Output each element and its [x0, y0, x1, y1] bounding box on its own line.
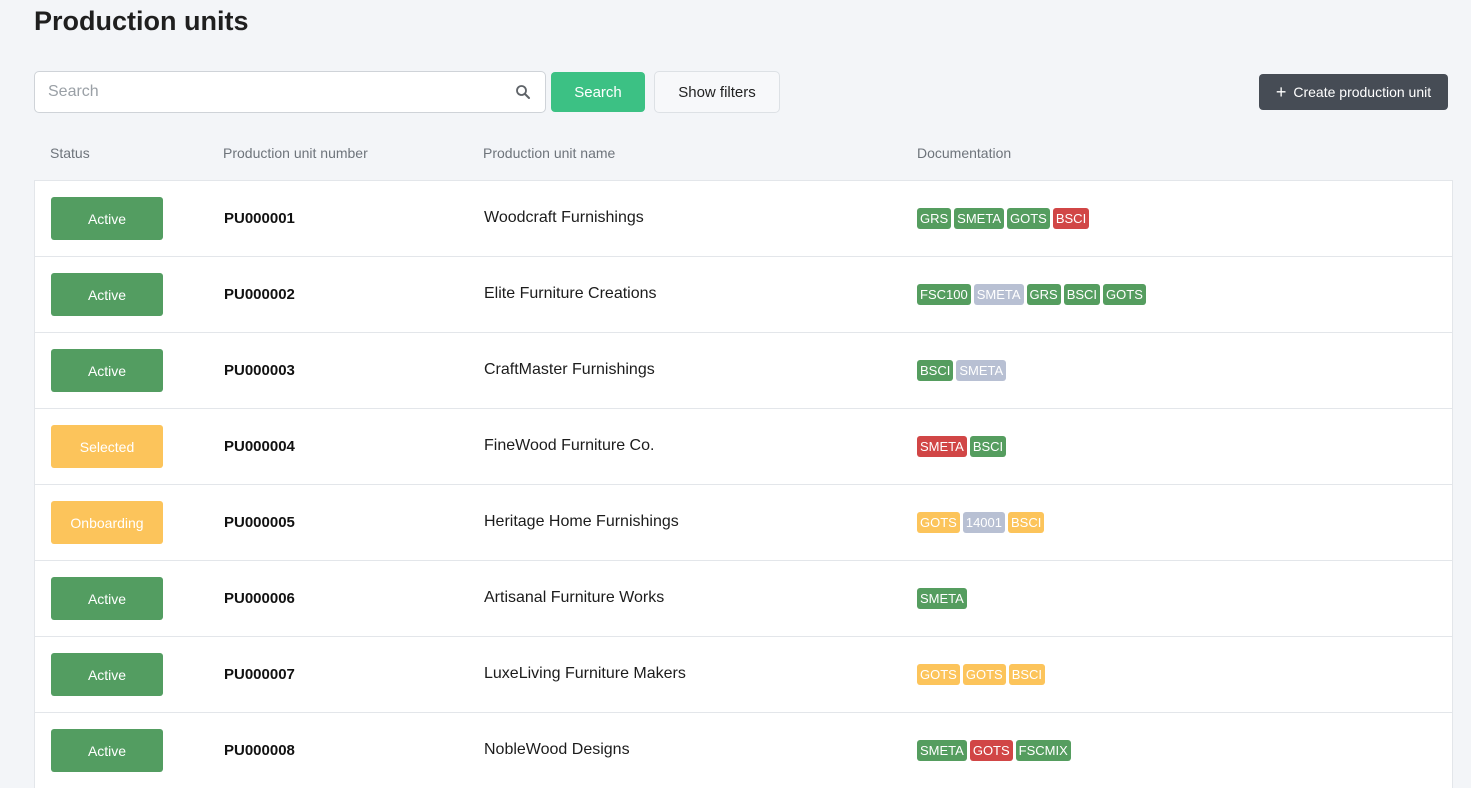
production-unit-name[interactable]: Woodcraft Furnishings [484, 209, 644, 227]
column-header-name[interactable]: Production unit name [483, 145, 615, 161]
production-unit-name[interactable]: Elite Furniture Creations [484, 285, 657, 303]
create-production-unit-button[interactable]: + Create production unit [1259, 74, 1448, 110]
documentation-tag: BSCI [1052, 208, 1090, 229]
production-unit-number[interactable]: PU000001 [224, 210, 295, 227]
create-button-label: Create production unit [1293, 84, 1432, 100]
documentation-tags: SMETA BSCI [917, 436, 1007, 457]
production-unit-number[interactable]: PU000006 [224, 590, 295, 607]
documentation-tag: BSCI [917, 360, 954, 381]
column-header-status[interactable]: Status [50, 145, 90, 161]
documentation-tags: SMETA [917, 588, 967, 609]
documentation-tag: SMETA [917, 436, 967, 457]
production-unit-number[interactable]: PU000008 [224, 742, 295, 759]
documentation-tag: BSCI [1008, 664, 1046, 685]
documentation-tag: FSC100 [917, 284, 971, 305]
table-row[interactable]: Active PU000003 CraftMaster Furnishings BSC… [35, 333, 1452, 409]
search-icon[interactable] [515, 84, 531, 100]
documentation-tags: GRS SMETA GOTS BSCI [917, 208, 1090, 229]
documentation-tags: BSCI SMETA [917, 360, 1007, 381]
documentation-tag: GRS [1026, 284, 1061, 305]
status-badge: Active [51, 349, 163, 392]
documentation-tags: GOTS GOTS BSCI [917, 664, 1046, 685]
plus-icon: + [1275, 82, 1287, 102]
table-row[interactable]: Active PU000008 NobleWood Designs SMETA GOTS… [35, 713, 1452, 788]
column-header-documentation[interactable]: Documentation [917, 145, 1011, 161]
status-badge: Active [51, 577, 163, 620]
production-unit-number[interactable]: PU000007 [224, 666, 295, 683]
production-unit-number[interactable]: PU000005 [224, 514, 295, 531]
documentation-tag: SMETA [917, 740, 967, 761]
table-row[interactable]: Active PU000006 Artisanal Furniture Works S… [35, 561, 1452, 637]
documentation-tags: GOTS 14001 BSCI [917, 512, 1045, 533]
production-unit-number[interactable]: PU000002 [224, 286, 295, 303]
documentation-tags: FSC100 SMETA GRS BSCI GOTS [917, 284, 1146, 305]
documentation-tag: SMETA [956, 360, 1007, 381]
documentation-tag: GOTS [962, 664, 1006, 685]
table-row[interactable]: Selected PU000004 FineWood Furniture Co. SM… [35, 409, 1452, 485]
documentation-tag: GOTS [1103, 284, 1146, 305]
production-unit-name[interactable]: CraftMaster Furnishings [484, 361, 655, 379]
documentation-tag: SMETA [973, 284, 1024, 305]
documentation-tag: SMETA [954, 208, 1004, 229]
search-box [34, 71, 546, 113]
status-badge: Onboarding [51, 501, 163, 544]
documentation-tag: BSCI [1008, 512, 1045, 533]
search-input[interactable] [35, 72, 545, 112]
production-unit-name[interactable]: FineWood Furniture Co. [484, 437, 654, 455]
documentation-tags: SMETA GOTS FSCMIX [917, 740, 1071, 761]
search-button[interactable]: Search [551, 72, 645, 112]
show-filters-button[interactable]: Show filters [654, 71, 780, 113]
documentation-tag: 14001 [962, 512, 1005, 533]
documentation-tag: GOTS [969, 740, 1013, 761]
documentation-tag: GRS [917, 208, 952, 229]
status-badge: Active [51, 273, 163, 316]
production-unit-name[interactable]: Heritage Home Furnishings [484, 513, 679, 531]
documentation-tag: GOTS [917, 664, 960, 685]
table-row[interactable]: Onboarding PU000005 Heritage Home Furnishi… [35, 485, 1452, 561]
page-title: Production units [34, 6, 249, 36]
documentation-tag: GOTS [917, 512, 960, 533]
documentation-tag: GOTS [1007, 208, 1050, 229]
status-badge: Active [51, 653, 163, 696]
production-unit-number[interactable]: PU000003 [224, 362, 295, 379]
documentation-tag: FSCMIX [1015, 740, 1071, 761]
status-badge: Active [51, 729, 163, 772]
production-unit-name[interactable]: NobleWood Designs [484, 741, 630, 759]
table-row[interactable]: Active PU000002 Elite Furniture Creations F… [35, 257, 1452, 333]
documentation-tag: BSCI [1063, 284, 1101, 305]
documentation-tag: SMETA [917, 588, 967, 609]
status-badge: Selected [51, 425, 163, 468]
production-unit-name[interactable]: LuxeLiving Furniture Makers [484, 665, 686, 683]
production-unit-name[interactable]: Artisanal Furniture Works [484, 589, 664, 607]
table-header: Status Production unit number Production… [0, 145, 1471, 165]
production-unit-number[interactable]: PU000004 [224, 438, 295, 455]
status-badge: Active [51, 197, 163, 240]
production-units-page: Production units Search Show filters + C… [0, 0, 1471, 788]
documentation-tag: BSCI [969, 436, 1007, 457]
table-row[interactable]: Active PU000001 Woodcraft Furnishings GRS SM… [35, 181, 1452, 257]
column-header-number[interactable]: Production unit number [223, 145, 368, 161]
table-row[interactable]: Active PU000007 LuxeLiving Furniture Maker… [35, 637, 1452, 713]
production-units-table: Active PU000001 Woodcraft Furnishings GRS SM… [34, 180, 1453, 788]
